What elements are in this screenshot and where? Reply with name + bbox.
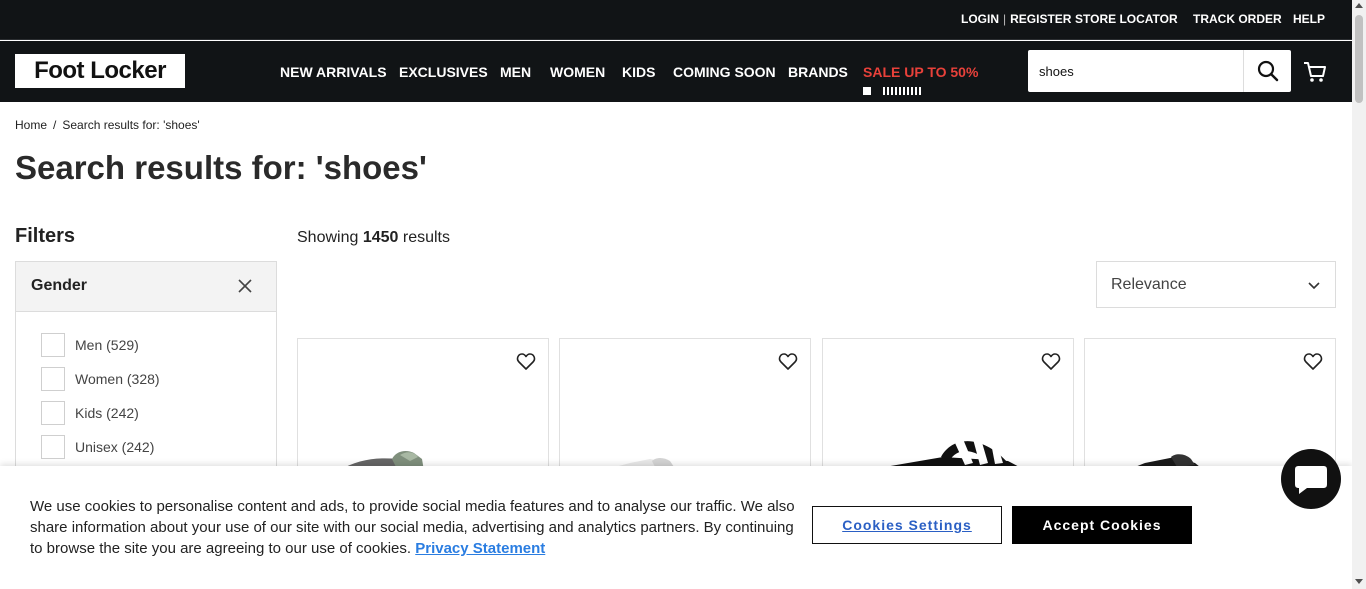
chat-button[interactable] [1281,449,1341,509]
scroll-down-arrow[interactable] [1355,579,1363,584]
results-count: Showing 1450 results [297,229,450,247]
carousel-dot[interactable] [899,87,901,95]
nav-kids[interactable]: KIDS [622,64,655,80]
track-order-link[interactable]: TRACK ORDER [1193,12,1282,26]
breadcrumb-home[interactable]: Home [15,118,47,132]
accept-cookies-button[interactable]: Accept Cookies [1012,506,1192,544]
search-button[interactable] [1243,50,1291,92]
nav-brands[interactable]: BRANDS [788,64,848,80]
nav-men[interactable]: MEN [500,64,531,80]
scroll-up-arrow[interactable] [1355,3,1363,8]
filter-option-women[interactable]: Women (328) [41,367,160,391]
product-image-green-sneaker[interactable] [298,339,549,478]
cookie-text: We use cookies to personalise content an… [30,496,805,559]
store-locator-link[interactable]: STORE LOCATOR [1075,12,1178,26]
filter-gender-label: Gender [31,277,88,294]
carousel-dot[interactable] [883,87,885,95]
close-icon[interactable] [235,276,255,296]
filters-title: Filters [15,225,76,247]
filter-option-label: Unisex (242) [75,439,155,455]
search-input[interactable] [1028,50,1243,92]
main-nav: Foot Locker NEW ARRIVALS EXCLUSIVES MEN … [0,41,1366,102]
nav-coming-soon[interactable]: COMING SOON [673,64,776,80]
breadcrumb: Home / Search results for: 'shoes' [15,118,200,132]
carousel-dot-active[interactable] [863,87,871,95]
nav-new-arrivals[interactable]: NEW ARRIVALS [280,64,387,80]
login-register: LOGIN | REGISTER [961,12,1071,26]
filter-option-kids[interactable]: Kids (242) [41,401,139,425]
wishlist-heart-icon[interactable] [516,352,536,372]
filter-option-label: Kids (242) [75,405,139,421]
carousel-dot[interactable] [887,87,889,95]
wishlist-heart-icon[interactable] [1303,352,1323,372]
product-card[interactable] [297,338,549,478]
results-number: 1450 [362,229,399,246]
search-icon [1257,60,1278,82]
breadcrumb-separator: / [53,118,57,132]
carousel-dot[interactable] [903,87,905,95]
wishlist-heart-icon[interactable] [1041,352,1061,372]
breadcrumb-current: Search results for: 'shoes' [62,118,200,132]
filter-option-unisex[interactable]: Unisex (242) [41,435,154,459]
chevron-down-icon [1308,282,1320,290]
cart-icon [1304,62,1326,82]
filter-gender-header[interactable]: Gender [16,262,276,312]
nav-women[interactable]: WOMEN [550,64,605,80]
checkbox[interactable] [41,333,65,357]
login-separator: | [1003,12,1007,26]
cookie-message: We use cookies to personalise content an… [30,498,795,557]
wishlist-heart-icon[interactable] [778,352,798,372]
filter-option-label: Women (328) [75,371,160,387]
privacy-statement-link[interactable]: Privacy Statement [415,540,545,557]
product-image-striped-slide[interactable] [823,339,1074,478]
carousel-dot[interactable] [907,87,909,95]
cart-button[interactable] [1302,59,1328,85]
logo-text: Foot Locker [34,57,166,84]
cookie-banner: We use cookies to personalise content an… [0,466,1352,589]
nav-exclusives[interactable]: EXCLUSIVES [399,64,488,80]
filter-option-label: Men (529) [75,337,139,353]
nav-sale[interactable]: SALE UP TO 50% [863,64,978,80]
checkbox[interactable] [41,401,65,425]
register-link[interactable]: REGISTER [1010,12,1071,26]
checkbox[interactable] [41,367,65,391]
help-link[interactable]: HELP [1293,12,1325,26]
login-link[interactable]: LOGIN [961,12,999,26]
page-title: Search results for: 'shoes' [15,149,427,186]
product-card[interactable] [559,338,811,478]
checkbox[interactable] [41,435,65,459]
logo[interactable]: Foot Locker [15,54,185,88]
carousel-dot[interactable] [915,87,917,95]
scroll-thumb[interactable] [1355,15,1363,103]
chat-bubble-icon [1295,466,1327,494]
carousel-dot[interactable] [895,87,897,95]
carousel-dot[interactable] [891,87,893,95]
product-image-white-sneaker[interactable] [560,339,811,478]
carousel-indicator[interactable] [863,87,923,95]
carousel-dot[interactable] [919,87,921,95]
product-card[interactable] [822,338,1074,478]
page-scrollbar[interactable] [1352,0,1366,589]
filter-option-men[interactable]: Men (529) [41,333,139,357]
utility-bar: LOGIN | REGISTER STORE LOCATOR TRACK ORDER… [0,0,1366,40]
results-prefix: Showing [297,229,359,246]
sort-selected-value: Relevance [1111,276,1187,293]
sort-dropdown[interactable]: Relevance [1096,261,1336,308]
cookies-settings-button[interactable]: Cookies Settings [812,506,1002,544]
results-suffix: results [402,229,450,246]
carousel-dot[interactable] [911,87,913,95]
